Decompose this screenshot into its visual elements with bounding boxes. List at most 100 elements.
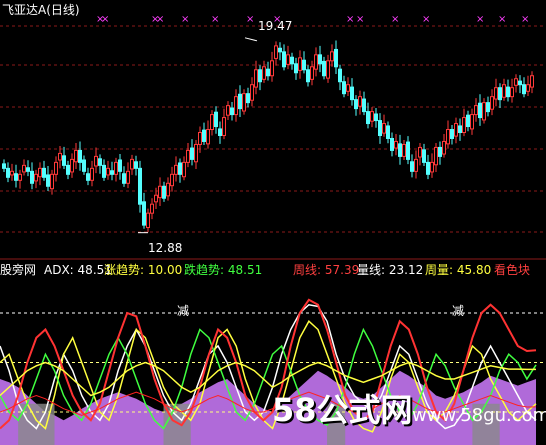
- min-price-label: 12.88: [148, 241, 183, 255]
- candle-body: [526, 84, 530, 92]
- candle-body: [454, 123, 458, 137]
- candle-body: [98, 158, 102, 166]
- signal-x-mark: ×: [246, 14, 254, 25]
- candle-body: [122, 173, 126, 184]
- candle-body: [490, 96, 494, 110]
- candle-body: [474, 105, 478, 116]
- candle-body: [394, 140, 398, 149]
- candle-body: [410, 161, 414, 172]
- candle-body: [166, 182, 170, 197]
- candle-body: [478, 102, 482, 119]
- watermark-brand: 58公式网: [272, 391, 413, 429]
- candle-body: [482, 102, 486, 121]
- candle-body: [374, 113, 378, 122]
- signal-x-mark: ×: [356, 14, 364, 25]
- signal-x-mark: ×: [498, 14, 506, 25]
- candle-body: [10, 170, 14, 176]
- candle-body: [6, 167, 10, 178]
- candle-body: [186, 149, 190, 163]
- candle-body: [418, 146, 422, 158]
- max-price-pointer: [244, 37, 258, 42]
- candle-body: [370, 111, 374, 122]
- candle-body: [246, 93, 250, 104]
- candle-body: [86, 173, 90, 181]
- candle-body: [154, 194, 158, 203]
- signal-x-mark: ×: [346, 14, 354, 25]
- candle-body: [294, 63, 298, 74]
- candle-body: [218, 128, 222, 136]
- reduce-mark-1: 减: [177, 304, 190, 318]
- candle-body: [266, 68, 270, 77]
- week-line-readout: 周线: 57.39: [293, 263, 360, 277]
- candle-body: [302, 59, 306, 71]
- candle-body: [310, 66, 314, 80]
- candle-body: [470, 114, 474, 130]
- candle-body: [82, 159, 86, 172]
- candle-body: [402, 143, 406, 157]
- chart-canvas: ×× ×× × × × × × × × × × × ×: [0, 14, 546, 445]
- candle-body: [226, 105, 230, 116]
- candle-body: [442, 140, 446, 155]
- candle-body: [130, 158, 134, 170]
- candle-body: [262, 66, 266, 80]
- signal-x-mark: ×: [156, 14, 164, 25]
- stock-name: 飞亚达A(日线): [2, 3, 80, 17]
- candle-body: [318, 54, 322, 65]
- candle-body: [30, 170, 34, 184]
- candle-body: [54, 161, 58, 175]
- candle-body: [438, 146, 442, 157]
- candle-body: [194, 143, 198, 163]
- candle-body: [382, 123, 386, 134]
- candle-body: [254, 69, 258, 88]
- candle-body: [66, 164, 70, 175]
- candle-body: [430, 161, 434, 173]
- candle-body: [298, 57, 302, 71]
- candle-body: [34, 173, 38, 182]
- candle-body: [282, 51, 286, 68]
- candle-body: [26, 167, 30, 172]
- signal-x-mark: ×: [391, 14, 399, 25]
- candle-body: [182, 161, 186, 178]
- week-volume-readout: 周量: 45.80: [425, 263, 492, 277]
- candle-body: [346, 84, 350, 92]
- signal-x-mark: ×: [476, 14, 484, 25]
- up-trend-readout: 涨趋势: 10.00: [104, 263, 183, 277]
- volume-line-readout: 量线: 23.12: [357, 263, 424, 277]
- candle-body: [94, 155, 98, 167]
- candle-body: [502, 84, 506, 98]
- candle-body: [174, 164, 178, 175]
- candle-body: [234, 96, 238, 116]
- candle-body: [2, 163, 6, 169]
- candle-body: [398, 143, 402, 157]
- down-trend-readout: 跌趋势: 48.51: [184, 263, 263, 277]
- candle-body: [326, 60, 330, 79]
- candle-body: [350, 86, 354, 101]
- candle-body: [62, 155, 66, 166]
- candle-body: [38, 167, 42, 178]
- signal-x-mark: ×: [211, 14, 219, 25]
- max-price-label: 19.47: [258, 19, 293, 33]
- candle-body: [390, 137, 394, 151]
- candle-body: [146, 212, 150, 229]
- candle-body: [178, 162, 182, 175]
- candle-body: [138, 167, 142, 205]
- candle-body: [406, 141, 410, 160]
- candle-body: [290, 56, 294, 65]
- candle-body: [342, 81, 346, 95]
- candle-body: [134, 161, 138, 169]
- candle-body: [158, 185, 162, 199]
- candle-body: [354, 99, 358, 110]
- candle-body: [46, 174, 50, 187]
- candle-body: [14, 173, 18, 181]
- signal-x-mark: ×: [521, 14, 529, 25]
- candle-body: [314, 54, 318, 70]
- candle-body: [422, 149, 426, 163]
- candle-body: [434, 146, 438, 166]
- candle-body: [118, 159, 122, 172]
- candle-body: [462, 117, 466, 134]
- candle-body: [22, 164, 26, 173]
- candle-body: [514, 78, 518, 86]
- candle-body: [338, 68, 342, 83]
- signal-x-mark: ×: [422, 14, 430, 25]
- candle-body: [214, 111, 218, 128]
